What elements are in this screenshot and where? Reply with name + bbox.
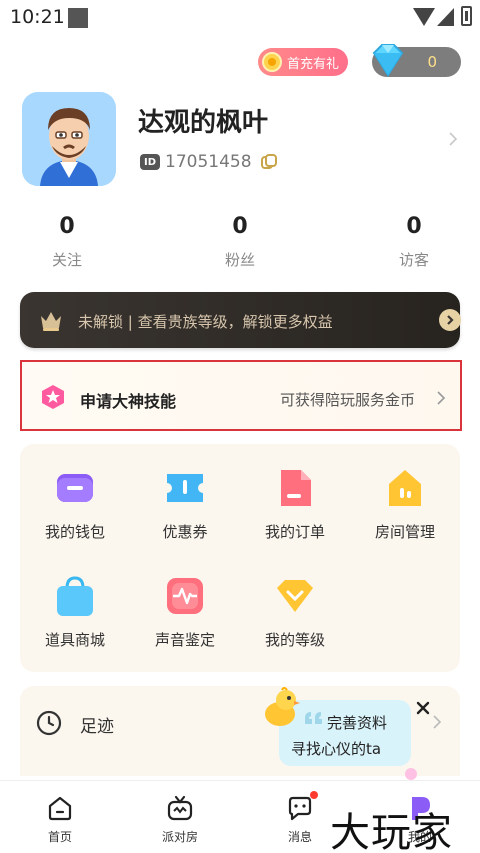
crown-icon	[41, 312, 61, 331]
level-icon	[277, 580, 313, 612]
stat-value: 0	[406, 214, 422, 239]
diamond-count: 0	[427, 53, 437, 71]
first-charge-button[interactable]: 首充有礼	[258, 48, 348, 76]
apply-skill-row[interactable]: 申请大神技能 可获得陪玩服务金币	[20, 360, 462, 431]
avatar-illustration	[22, 92, 116, 186]
grid-item-orders[interactable]: 我的订单	[240, 466, 350, 542]
grid-item-label: 我的等级	[264, 631, 325, 649]
grid-item-label: 我的订单	[264, 523, 325, 541]
id-badge-icon: ID	[140, 154, 160, 170]
profile-chevron-icon[interactable]	[446, 128, 460, 150]
home-icon	[48, 796, 72, 821]
chevron-right-icon	[437, 391, 446, 405]
stat-label: 关注	[51, 251, 82, 269]
clock-icon	[36, 710, 62, 736]
grid-item-coupon[interactable]: 优惠券	[130, 466, 240, 542]
stat-value: 0	[232, 214, 248, 239]
message-icon	[288, 796, 312, 821]
wallet-icon	[57, 474, 93, 502]
tab-party[interactable]: 派对房	[150, 794, 210, 845]
user-id: 17051458	[165, 152, 252, 172]
footprint-label: 足迹	[80, 717, 114, 737]
grid-item-label: 房间管理	[374, 523, 435, 541]
grid-item-voice[interactable]: 声音鉴定	[130, 574, 240, 650]
signal-icon	[437, 8, 454, 26]
arrow-right-icon	[439, 309, 461, 331]
grid-item-room-manage[interactable]: 房间管理	[350, 466, 460, 542]
battery-icon	[461, 6, 472, 26]
diamond-balance-button[interactable]: 0	[372, 44, 461, 77]
quote-icon	[305, 712, 322, 724]
bubble-decoration	[405, 768, 417, 780]
wifi-icon	[413, 8, 435, 26]
shop-icon	[57, 576, 93, 616]
tab-home[interactable]: 首页	[30, 794, 90, 845]
feature-grid: 我的钱包 优惠券 我的订单 房间管理 道具商城 声音鉴定 我的等级	[20, 444, 460, 672]
grid-item-label: 道具商城	[44, 631, 105, 649]
stat-value: 0	[59, 214, 75, 239]
username: 达观的枫叶	[138, 108, 269, 138]
duck-mascot-icon	[265, 687, 300, 726]
status-bar: 10:21	[0, 0, 480, 34]
status-time: 10:21	[10, 6, 65, 28]
order-icon	[281, 470, 311, 506]
notification-icon	[68, 8, 88, 28]
stat-visitors[interactable]: 0 访客	[369, 214, 459, 270]
first-charge-label: 首充有礼	[287, 56, 340, 72]
grid-item-label: 我的钱包	[44, 523, 105, 541]
tab-label: 首页	[47, 830, 72, 844]
avatar[interactable]	[22, 92, 116, 186]
vip-unlock-bar[interactable]: 未解锁 | 查看贵族等级，解锁更多权益	[20, 292, 461, 348]
bubble-line2: 寻找心仪的ta	[291, 740, 382, 758]
tab-label: 消息	[287, 830, 312, 844]
coin-icon	[262, 52, 282, 72]
star-badge-icon	[42, 385, 64, 409]
tab-label: 派对房	[161, 830, 198, 844]
stat-label: 访客	[398, 251, 429, 269]
diamond-icon	[372, 44, 404, 77]
tab-messages[interactable]: 消息	[270, 791, 330, 845]
watermark-logo: 大玩家	[330, 810, 453, 853]
vip-unlock-text: 未解锁 | 查看贵族等级，解锁更多权益	[78, 313, 333, 331]
grid-item-label: 优惠券	[162, 523, 208, 541]
bubble-line1: 完善资料	[327, 714, 388, 732]
voice-icon	[167, 578, 203, 614]
close-icon[interactable]	[415, 700, 431, 716]
copy-icon[interactable]	[260, 153, 278, 171]
unread-dot	[310, 791, 318, 799]
apply-skill-inner: 申请大神技能 可获得陪玩服务金币	[22, 362, 460, 429]
apply-skill-title: 申请大神技能	[80, 392, 177, 411]
grid-item-shop[interactable]: 道具商城	[20, 574, 130, 650]
user-id-row: ID 17051458	[140, 150, 278, 174]
grid-item-wallet[interactable]: 我的钱包	[20, 466, 130, 542]
party-tv-icon	[167, 795, 193, 821]
grid-item-label: 声音鉴定	[154, 631, 215, 649]
apply-skill-subtitle: 可获得陪玩服务金币	[280, 391, 416, 409]
chevron-right-icon	[433, 715, 442, 729]
room-manage-icon	[389, 470, 421, 506]
stat-fans[interactable]: 0 粉丝	[195, 214, 285, 270]
grid-item-level[interactable]: 我的等级	[240, 574, 350, 650]
stat-following[interactable]: 0 关注	[22, 214, 112, 270]
stat-label: 粉丝	[224, 251, 255, 269]
coupon-icon	[167, 474, 203, 502]
